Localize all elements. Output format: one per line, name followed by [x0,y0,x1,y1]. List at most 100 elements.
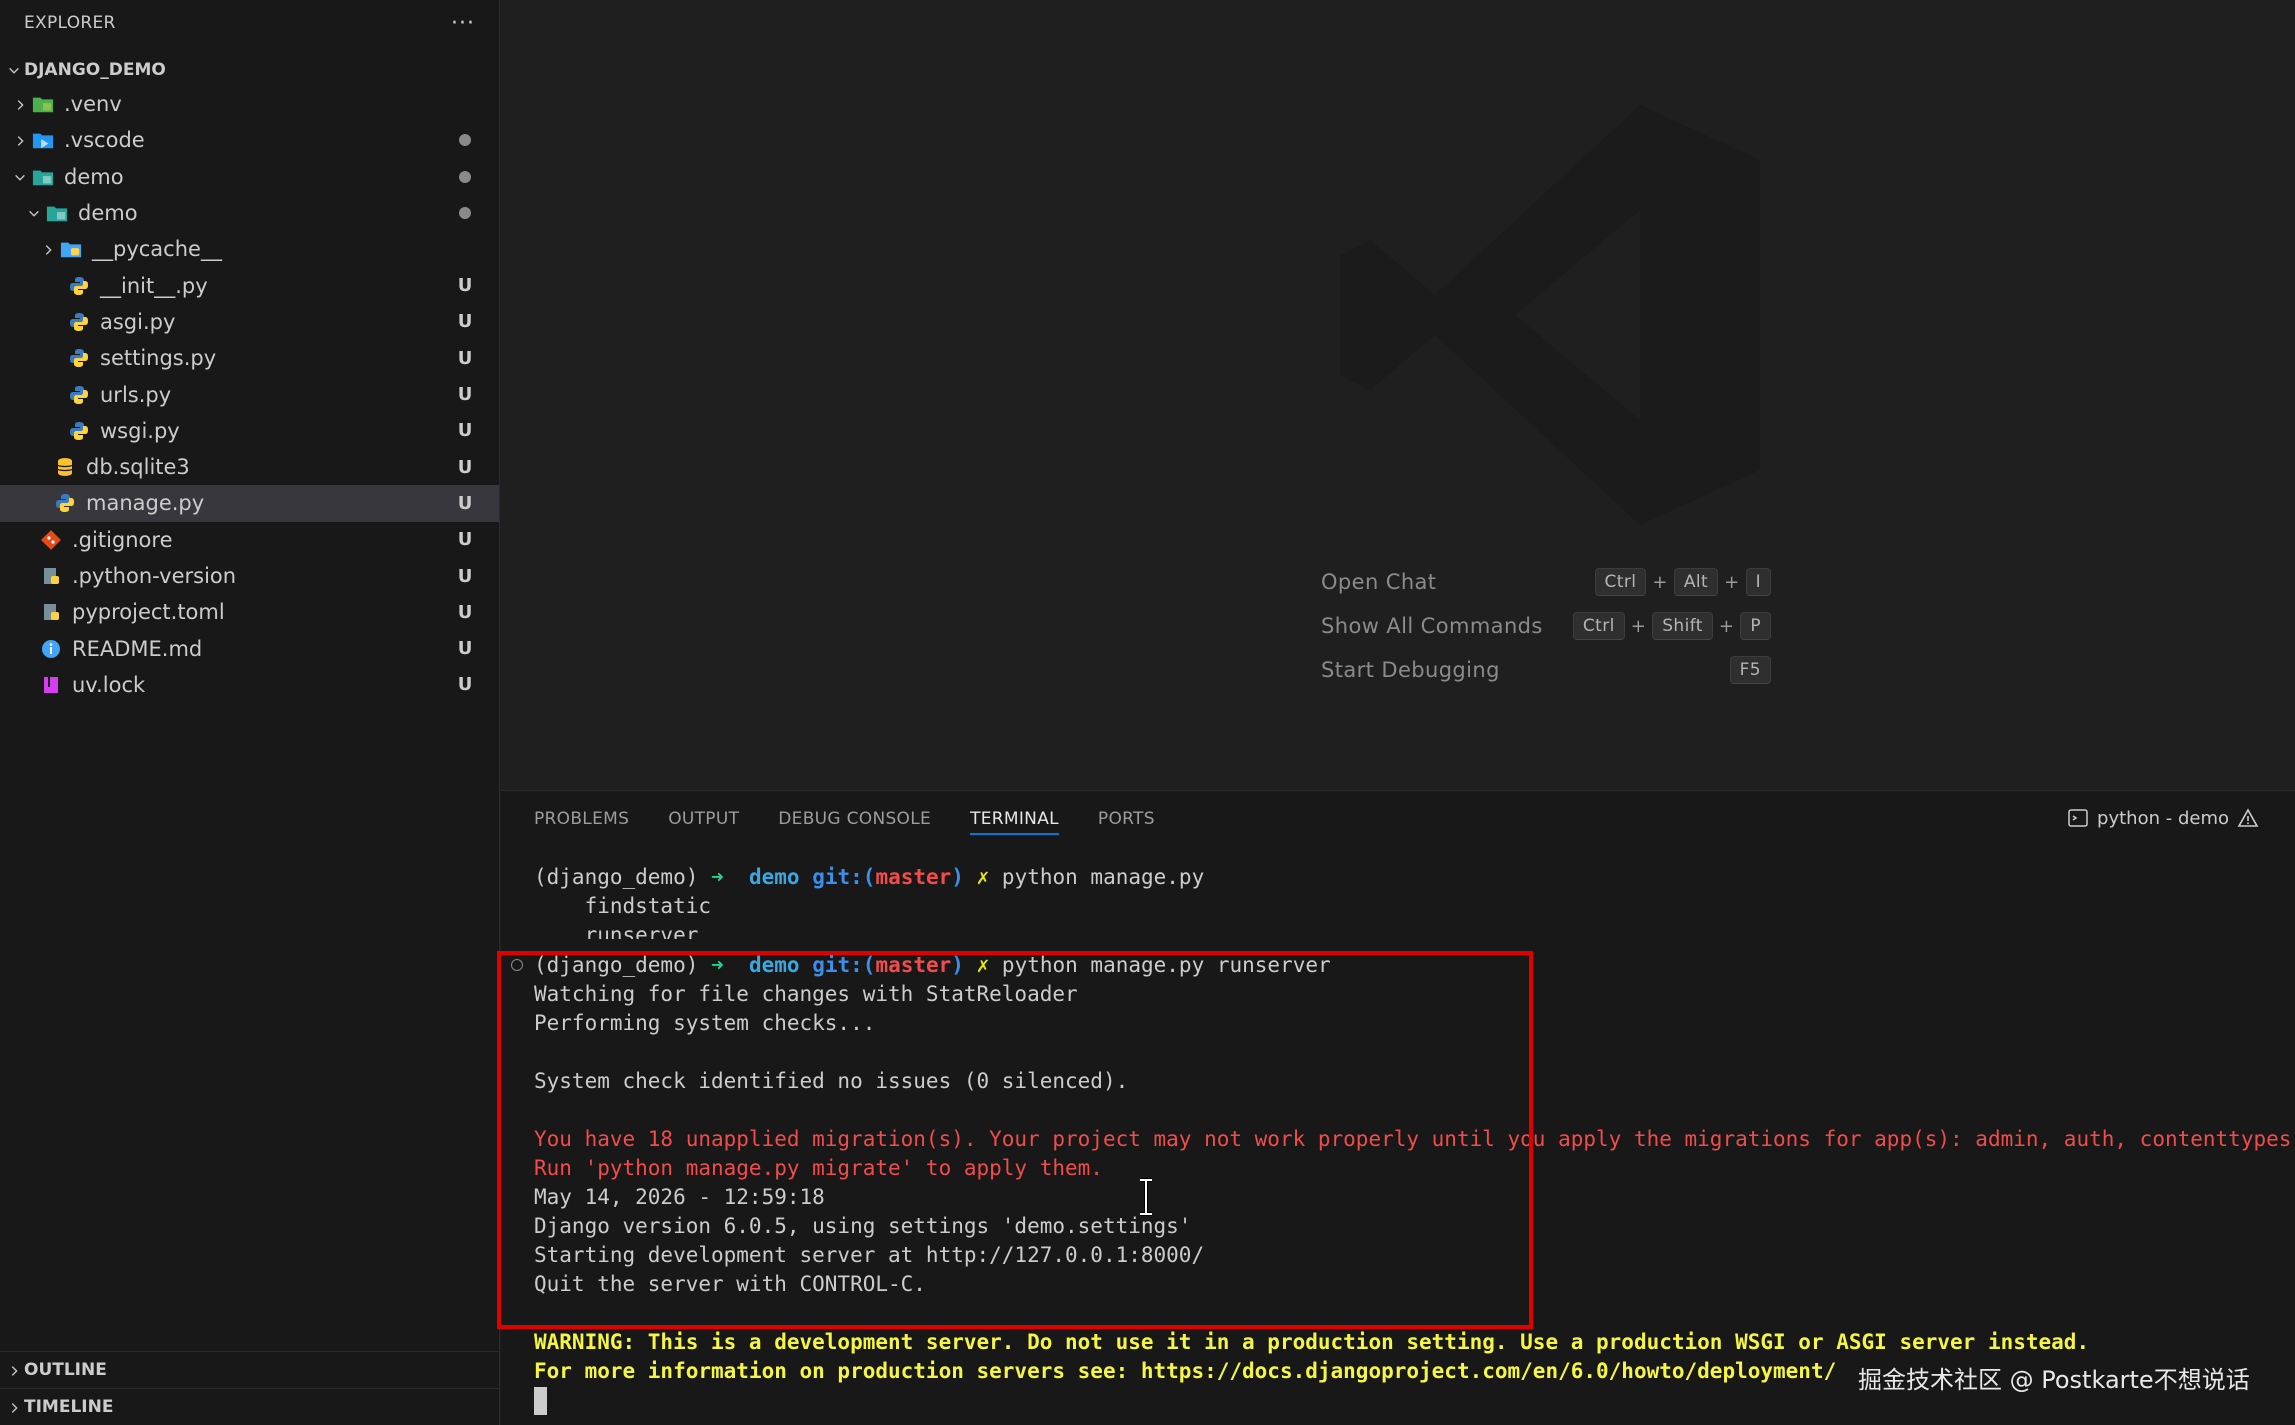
more-actions-icon[interactable]: ··· [451,11,475,36]
tree-item-pyproject-toml[interactable]: pyproject.toml U [0,594,499,630]
folder-open-icon [30,166,56,188]
terminal-error-line: Run 'python manage.py migrate' to apply … [534,1156,1103,1180]
key-cap: F5 [1729,656,1771,684]
key-cap: P [1740,612,1771,640]
chevron-right-icon [4,1360,24,1379]
tree-item-init-py[interactable]: __init__.py U [0,267,499,303]
terminal-line: Performing system checks... [534,1011,876,1035]
python-file-icon [52,492,78,514]
terminal-line: (django_demo) ➜ demo git:(master) ✗ pyth… [534,865,1205,889]
explorer-title: EXPLORER [24,13,116,33]
shortcut-show-all-commands[interactable]: Show All Commands Ctrl + Shift + P [1321,604,1771,648]
modified-dot [459,207,471,220]
terminal-output[interactable]: (django_demo) ➜ demo git:(master) ✗ pyth… [501,863,2295,1423]
lock-file-icon [38,674,64,696]
chevron-right-icon [10,131,30,150]
python-file-icon [66,347,92,369]
modified-dot [459,170,471,183]
tree-item-wsgi-py[interactable]: wsgi.py U [0,413,499,449]
tree-item-gitignore[interactable]: .gitignore U [0,522,499,558]
config-file-icon [38,601,64,623]
tree-item-db-sqlite3[interactable]: db.sqlite3 U [0,449,499,485]
tree-item-asgi-py[interactable]: asgi.py U [0,304,499,340]
command-decoration-icon[interactable] [511,959,523,971]
explorer-header: EXPLORER ··· [0,0,499,46]
terminal-line: (django_demo) ➜ demo git:(master) ✗ pyth… [534,953,1331,977]
tab-output[interactable]: OUTPUT [668,791,739,847]
terminal-instance[interactable]: python - demo [2067,807,2259,829]
tree-item-pycache[interactable]: __pycache__ [0,231,499,267]
terminal-line: Quit the server with CONTROL-C. [534,1272,926,1296]
terminal-cursor [534,1387,547,1415]
untracked-badge: U [457,529,473,551]
timeline-label: TIMELINE [24,1396,114,1417]
tab-problems[interactable]: PROBLEMS [534,791,629,847]
tree-item-demo-outer[interactable]: demo [0,159,499,195]
warning-icon [2237,808,2259,827]
terminal-line: Watching for file changes with StatReloa… [534,982,1078,1006]
key-cap: Ctrl [1594,568,1647,596]
bottom-panel: PROBLEMS OUTPUT DEBUG CONSOLE TERMINAL P… [501,790,2295,1425]
tree-item-urls-py[interactable]: urls.py U [0,376,499,412]
python-file-icon [66,275,92,297]
untracked-badge: U [457,638,473,660]
text-cursor-icon [1140,1178,1152,1216]
tree-item-readme-md[interactable]: README.md U [0,630,499,666]
terminal-line: findstatic [534,894,712,918]
key-cap: I [1745,568,1771,596]
terminal-line: Django version 6.0.5, using settings 'de… [534,1214,1192,1238]
python-file-icon [66,384,92,406]
workspace-root[interactable]: DJANGO_DEMO [0,54,499,86]
folder-vscode-icon [30,129,56,151]
folder-open-icon [44,202,70,224]
untracked-badge: U [457,311,473,333]
outline-section[interactable]: OUTLINE [0,1351,500,1387]
tab-terminal[interactable]: TERMINAL [970,791,1059,847]
tree-item-python-version[interactable]: .python-version U [0,558,499,594]
python-file-icon [66,311,92,333]
tab-ports[interactable]: PORTS [1098,791,1155,847]
terminal-line: Starting development server at http://12… [534,1243,1205,1267]
tree-item-manage-py[interactable]: manage.py U [0,485,499,522]
untracked-badge: U [457,674,473,696]
folder-env-icon [30,93,56,115]
untracked-badge: U [457,601,473,623]
untracked-badge: U [457,456,473,478]
shortcut-start-debugging[interactable]: Start Debugging F5 [1321,648,1771,692]
database-icon [52,456,78,478]
tree-item-uv-lock[interactable]: uv.lock U [0,667,499,703]
terminal-error-line: You have 18 unapplied migration(s). Your… [534,1127,2295,1151]
panel-tabs: PROBLEMS OUTPUT DEBUG CONSOLE TERMINAL P… [501,791,2295,847]
terminal-line: May 14, 2026 - 12:59:18 [534,1185,825,1209]
untracked-badge: U [457,492,473,514]
terminal-line: runserver [534,923,699,939]
chevron-down-icon [10,167,30,186]
workspace-root-label: DJANGO_DEMO [24,60,166,80]
git-icon [38,529,64,551]
key-cap: Shift [1652,612,1713,640]
tab-debug-console[interactable]: DEBUG CONSOLE [778,791,931,847]
tree-item-vscode[interactable]: .vscode [0,122,499,158]
chevron-down-icon [24,204,44,223]
shortcut-open-chat[interactable]: Open Chat Ctrl + Alt + I [1321,560,1771,604]
untracked-badge: U [457,384,473,406]
terminal-line: System check identified no issues (0 sil… [534,1069,1129,1093]
file-tree: .venv .vscode demo demo __pycache__ __in… [0,86,499,703]
tree-item-venv[interactable]: .venv [0,86,499,122]
untracked-badge: U [457,275,473,297]
tree-item-demo-inner[interactable]: demo [0,195,499,231]
key-cap: Ctrl [1572,612,1625,640]
welcome-shortcuts: Open Chat Ctrl + Alt + I Show All Comman… [1321,560,1771,692]
modified-dot [459,134,471,147]
explorer-sidebar: EXPLORER ··· DJANGO_DEMO .venv .vscode d… [0,0,500,1425]
untracked-badge: U [457,420,473,442]
config-file-icon [38,565,64,587]
tree-item-settings-py[interactable]: settings.py U [0,340,499,376]
terminal-icon [2068,809,2088,827]
outline-label: OUTLINE [24,1359,107,1380]
terminal-name: python - demo [2097,807,2229,829]
untracked-badge: U [457,347,473,369]
folder-python-icon [58,238,84,260]
vscode-watermark-icon [1340,105,1760,525]
timeline-section[interactable]: TIMELINE [0,1388,500,1424]
